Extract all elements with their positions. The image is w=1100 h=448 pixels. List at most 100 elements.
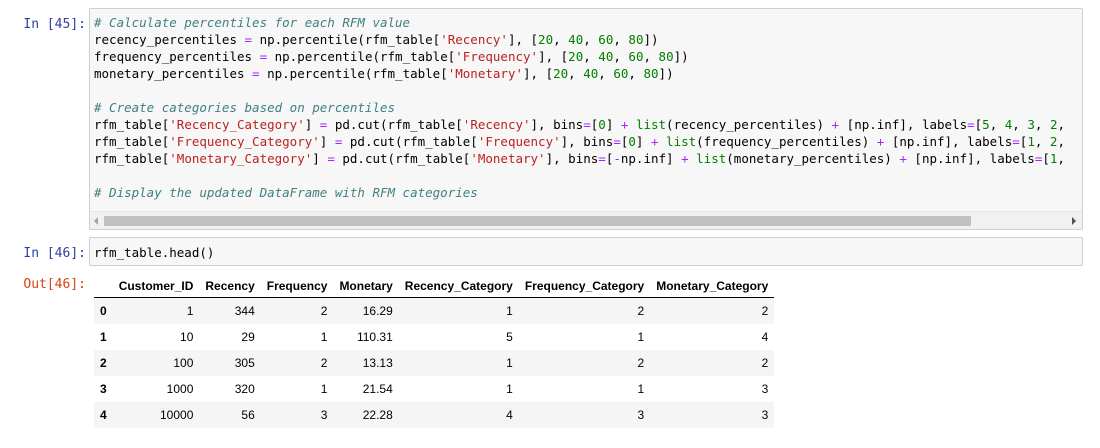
table-row: 2 100 305 2 13.13 1 2 2 [94,350,775,376]
code-token: ] [304,117,320,132]
table-body: 0 1 344 2 16.29 1 2 2 1 10 29 1 110.31 5 1 4 2 100 305 2 13.… [94,297,775,428]
code-token: , [583,49,599,64]
column-header: Monetary_Category [650,275,775,298]
code-token: = [259,49,268,64]
code-token: , [568,66,584,81]
code-token: 'Recency' [440,32,508,47]
code-token: , [1057,151,1065,166]
column-header: Monetary [333,275,399,298]
code-token: rfm_table[ [94,117,170,132]
code-token: , [1057,117,1065,132]
code-line: # Display the updated DataFrame with RFM… [94,184,1065,201]
code-token: 'Frequency' [455,49,539,64]
code-token: rfm_table[ [94,134,170,149]
code-token: = [967,117,975,132]
code-token: = [598,151,606,166]
table-cell: 4 [506,408,513,422]
column-header: Recency [199,275,261,298]
table-cell: 1 [506,304,513,318]
code-token: ], bins [530,117,584,132]
code-editor-46[interactable]: rfm_table.head() [89,237,1083,266]
table-cell: 21.54 [362,382,393,396]
code-token: 0 [628,134,636,149]
code-token: 80 [643,66,659,81]
code-token: 'Recency_Category' [169,117,305,132]
table-cell: 4 [761,330,769,344]
row-index: 4 [100,408,107,422]
scroll-left-icon[interactable] [94,217,98,225]
code-line: rfm_table['Recency_Category'] = pd.cut(r… [94,116,1065,133]
code-token: ] [312,151,328,166]
code-token: , [1012,117,1028,132]
row-index: 2 [100,356,107,370]
code-line: rfm_table['Monetary_Category'] = pd.cut(… [94,150,1065,167]
table-cell: 344 [234,304,255,318]
code-text-45[interactable]: # Calculate percentiles for each RFM val… [94,14,1065,201]
code-token: 3 [1027,117,1035,132]
table-cell: 10000 [160,408,194,422]
code-token: list [666,134,697,149]
code-line: recency_percentiles = np.percentile(rfm_… [94,31,1065,48]
code-token: [np.inf], labels [884,134,1013,149]
code-token: , [613,49,629,64]
table-cell: 3 [320,408,328,422]
table-cell: 10 [180,330,194,344]
output-prompt-46: Out[46]: [23,277,86,292]
scrollbar-thumb[interactable] [104,216,971,226]
horizontal-scrollbar[interactable] [90,211,1082,229]
code-editor-45[interactable]: # Calculate percentiles for each RFM val… [89,8,1083,230]
code-token: + [899,151,907,166]
code-token: 'Monetary_Category' [169,151,313,166]
code-token: 60 [598,32,614,47]
code-token: ], bins [560,134,614,149]
code-token: , [1034,117,1050,132]
code-line: # Calculate percentiles for each RFM val… [94,14,1065,31]
code-token: 'Frequency_Category' [169,134,320,149]
code-token: ], [ [523,66,554,81]
code-token: = [613,134,621,149]
scroll-right-icon[interactable] [1072,217,1076,225]
code-token: 1 [1027,134,1035,149]
code-token: (recency_percentiles) [666,117,832,132]
column-header [94,275,113,298]
code-token: 40 [568,32,584,47]
code-token: , [583,32,599,47]
code-token: , [613,32,629,47]
code-line: monetary_percentiles = np.percentile(rfm… [94,65,1065,82]
code-line: frequency_percentiles = np.percentile(rf… [94,48,1065,65]
code-token: ]) [643,32,659,47]
code-token: , [1034,134,1050,149]
code-token: = [327,151,335,166]
code-token: , [553,32,569,47]
code-token: ] [635,134,651,149]
code-token: , [628,66,644,81]
code-token: - [613,151,621,166]
code-token: , [989,117,1005,132]
table-cell: 1 [637,330,645,344]
code-token: [ [1042,151,1050,166]
code-text-46[interactable]: rfm_table.head() [94,244,214,261]
table-cell: 2 [637,304,645,318]
table-cell: 1 [186,304,194,318]
code-token: ], bins [545,151,599,166]
table-row: 0 1 344 2 16.29 1 2 2 [94,297,775,324]
code-token: 'Recency' [462,117,531,132]
code-token: ], [ [507,32,539,47]
code-token: np.percentile(rfm_table[ [252,32,441,47]
code-line: rfm_table['Frequency_Category'] = pd.cut… [94,133,1065,150]
code-token: [np.inf], labels [839,117,968,132]
code-token: ], [ [538,49,569,64]
table-cell: 2 [320,356,328,370]
code-token: rfm_table[ [94,151,170,166]
table-cell: 16.29 [362,304,393,318]
table-cell: 3 [761,408,769,422]
column-header: Recency_Category [398,275,519,298]
code-token: = [1012,134,1020,149]
code-token: (frequency_percentiles) [696,134,877,149]
table-cell: 1000 [166,382,194,396]
table-row: 3 1000 320 1 21.54 1 1 3 [94,376,774,402]
table-cell: 1 [506,356,513,370]
code-token: pd.cut(rfm_table[ [342,134,478,149]
code-token: np.percentile(rfm_table[ [259,66,448,81]
